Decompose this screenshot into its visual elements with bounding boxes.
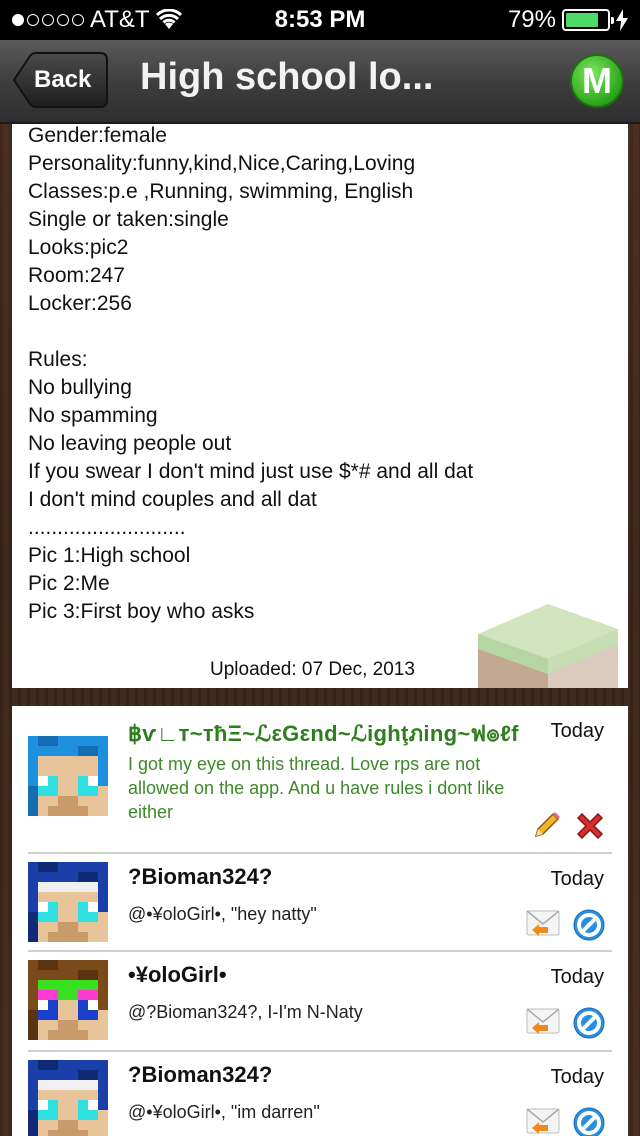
navigation-bar: Back High school lo... M [0, 40, 640, 124]
post-line: Pic 1:High school [28, 544, 191, 567]
grass-block-icon [478, 604, 618, 688]
post-line: No bullying [28, 376, 132, 399]
comment-actions [526, 1106, 606, 1136]
comment-item[interactable]: ?Bioman324? Today @•¥oloGirl•, "hey natty" [12, 854, 628, 952]
avatar[interactable] [28, 736, 108, 816]
block-icon[interactable] [572, 1006, 606, 1045]
comment-time: Today [550, 966, 604, 988]
comment-username[interactable]: •¥oloGirl• [128, 962, 227, 988]
battery-percent: 79% [507, 6, 556, 33]
comments-list: ฿ѵ∟т~тħΞ~ℒεGεnd~ℒighţภing~ฟ๏ℓf Today I got… [12, 706, 628, 1136]
avatar[interactable] [28, 960, 108, 1040]
comment-time: Today [550, 868, 604, 890]
comment-item[interactable]: •¥oloGirl• Today @?Bioman324?, I-I'm N-Nat… [12, 952, 628, 1052]
block-icon[interactable] [572, 908, 606, 947]
post-line: If you swear I don't mind just use $*# a… [28, 460, 474, 483]
post-line: I don't mind couples and all dat [28, 488, 317, 511]
charging-bolt-icon [616, 9, 628, 31]
reply-icon[interactable] [526, 1106, 560, 1136]
post-line: Gender:female [28, 124, 167, 147]
status-bar: AT&T 8:53 PM 79% [0, 0, 640, 40]
comment-text: @•¥oloGirl•, "hey natty" [128, 904, 317, 924]
post-line: No leaving people out [28, 432, 232, 455]
upload-date: Uploaded: 07 Dec, 2013 [210, 659, 415, 680]
post-line [28, 318, 473, 346]
page-title: High school lo... [140, 56, 434, 98]
comment-username[interactable]: ?Bioman324? [128, 864, 272, 890]
comment-text: I got my eye on this thread. Love rps ar… [128, 754, 505, 822]
block-icon[interactable] [572, 1106, 606, 1136]
post-line: No spamming [28, 404, 158, 427]
comment-item[interactable]: ฿ѵ∟т~тħΞ~ℒεGεnd~ℒighţภing~ฟ๏ℓf Today I got… [12, 706, 628, 854]
battery-icon [562, 9, 614, 31]
post-body: Gender:female Personality:funny,kind,Nice… [28, 124, 473, 626]
reply-icon[interactable] [526, 1006, 560, 1045]
avatar[interactable] [28, 1060, 108, 1136]
reply-icon[interactable] [526, 908, 560, 947]
post-line: Room:247 [28, 264, 125, 287]
post-line: ........................... [28, 516, 186, 539]
post-line: Pic 2:Me [28, 572, 110, 595]
back-button-label: Back [34, 66, 92, 93]
comment-username[interactable]: ?Bioman324? [128, 1062, 272, 1088]
comment-text: @?Bioman324?, I-I'm N-Naty [128, 1002, 363, 1022]
post-line: Rules: [28, 348, 88, 371]
post-line: Looks:pic2 [28, 236, 129, 259]
post-line: Personality:funny,kind,Nice,Caring,Lovin… [28, 152, 416, 175]
comment-actions [532, 810, 606, 847]
comment-time: Today [550, 1066, 604, 1088]
post-card: Gender:female Personality:funny,kind,Nice… [12, 124, 628, 688]
comment-actions [526, 908, 606, 947]
comment-text: @•¥oloGirl•, "im darren" [128, 1102, 320, 1122]
post-line: Single or taken:single [28, 208, 229, 231]
comment-time: Today [550, 720, 604, 742]
post-line: Pic 3:First boy who asks [28, 600, 255, 623]
comment-actions [526, 1006, 606, 1045]
avatar[interactable] [28, 862, 108, 942]
back-button[interactable]: Back [12, 52, 108, 108]
battery-level-fill [566, 13, 598, 27]
menu-m-icon[interactable]: M [570, 54, 624, 108]
comment-item[interactable]: ?Bioman324? Today @•¥oloGirl•, "im darren" [12, 1052, 628, 1136]
edit-icon[interactable] [532, 810, 562, 847]
post-line: Locker:256 [28, 292, 132, 315]
delete-icon[interactable] [574, 810, 606, 847]
comment-username[interactable]: ฿ѵ∟т~тħΞ~ℒεGεnd~ℒighţภing~ฟ๏ℓf [128, 716, 519, 751]
post-line: Classes:p.e ,Running, swimming, English [28, 180, 414, 203]
